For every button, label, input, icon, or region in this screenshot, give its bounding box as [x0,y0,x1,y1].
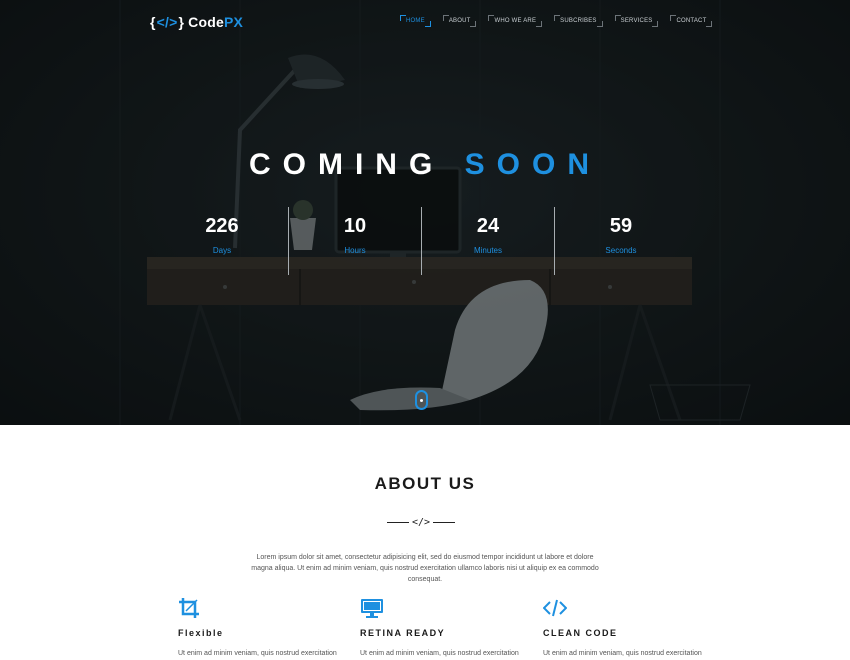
feature-flexible: Flexible Ut enim ad minim veniam, quis n… [178,597,358,657]
monitor-icon [360,597,540,619]
separator-line [433,521,456,523]
feature-title: Flexible [178,628,224,638]
feature-title: RETINA READY [360,628,446,638]
headline-main: COMING [248,148,445,181]
nav-item-about[interactable]: ABOUT [442,15,477,27]
feature-text: Ut enim ad minim veniam, quis nostrud ex… [178,650,337,657]
hero-section: { </> } CodePX HOME ABOUT WHO WE ARE SUB… [0,0,850,425]
countdown-value: 226 [205,215,239,237]
main-nav: HOME ABOUT WHO WE ARE SUBCRIBES SERVICES… [400,15,724,27]
headline-accent: SOON [464,148,602,181]
nav-item-subscribes[interactable]: SUBCRIBES [554,15,604,27]
countdown-divider [421,207,422,275]
nav-item-who-we-are[interactable]: WHO WE ARE [488,15,542,27]
logo-open-brace: { [150,14,156,30]
nav-item-contact[interactable]: CONTACT [670,15,713,27]
feature-text: Ut enim ad minim veniam, quis nostrud ex… [360,650,519,657]
countdown-seconds: 59 Seconds [561,215,681,255]
countdown-label: Hours [344,246,366,255]
countdown-value: 10 [343,215,367,237]
scroll-wheel-dot [420,399,423,402]
brand-logo[interactable]: { </> } CodePX [150,14,243,30]
countdown-divider [288,207,289,275]
countdown-label: Minutes [473,246,502,255]
about-title: ABOUT US [374,474,476,493]
brand-name: CodePX [188,14,243,30]
section-separator: </> [380,515,462,529]
feature-title: CLEAN CODE [543,628,618,638]
countdown-hours: 10 Hours [295,215,415,255]
coming-soon-headline: COMING SOON [0,148,850,182]
feature-text: Ut enim ad minim veniam, quis nostrud ex… [543,650,702,657]
code-icon [543,597,723,619]
countdown-divider [554,207,555,275]
brand-name-main: Code [188,14,224,30]
nav-item-home[interactable]: HOME [400,15,431,27]
nav-item-services[interactable]: SERVICES [614,15,659,27]
countdown-days: 226 Days [162,215,282,255]
countdown-minutes: 24 Minutes [428,215,548,255]
code-icon: </> [156,14,178,30]
countdown-label: Seconds [605,246,637,255]
crop-icon [178,597,358,619]
countdown-label: Days [212,246,232,255]
code-icon: </> [411,516,431,528]
feature-retina-ready: RETINA READY Ut enim ad minim veniam, qu… [360,597,540,657]
brand-name-accent: PX [223,14,244,30]
desk-scene-illustration [0,0,850,425]
separator-line [386,521,409,523]
scroll-down-icon[interactable] [415,390,428,410]
about-description: Lorem ipsum dolor sit amet, consectetur … [251,554,599,583]
feature-clean-code: CLEAN CODE Ut enim ad minim veniam, quis… [543,597,723,657]
countdown-value: 24 [476,215,500,237]
countdown-value: 59 [609,215,633,237]
logo-close-brace: } [178,14,185,30]
